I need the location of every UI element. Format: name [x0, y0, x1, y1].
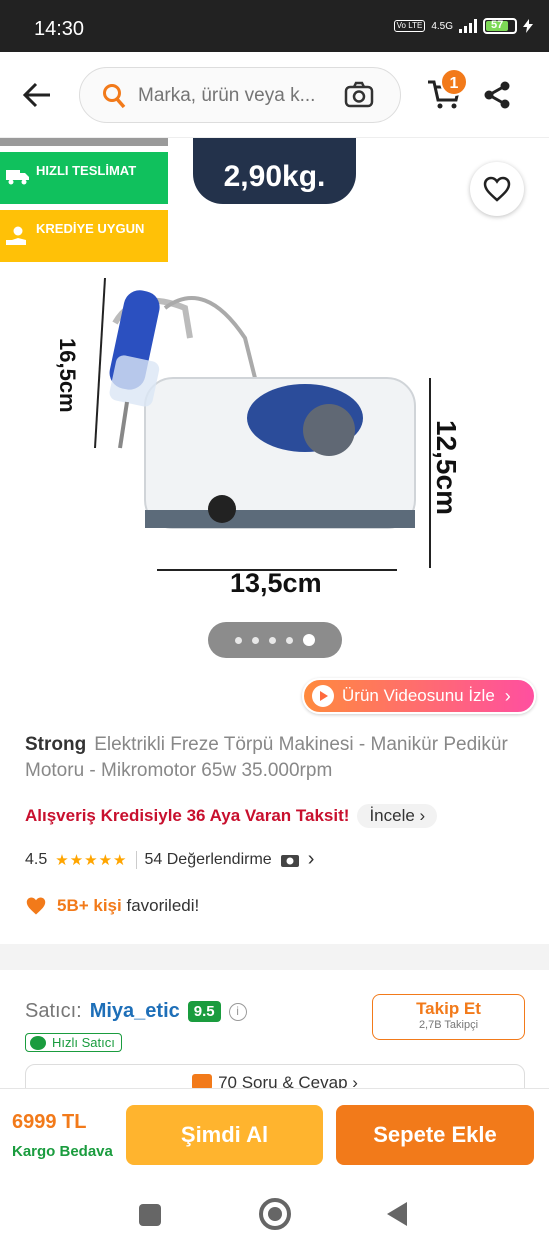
status-icons: Vo LTE 4.5G 57 — [393, 18, 533, 34]
chevron-right-icon: › — [307, 848, 315, 870]
height-dimension: 16,5cm — [55, 338, 80, 413]
clock: 14:30 — [34, 18, 85, 40]
credit-eligible-label: KREDİYE UYGUN — [36, 221, 145, 236]
section-divider — [0, 944, 549, 970]
fast-delivery-tag: HIZLI TESLİMAT — [0, 152, 168, 204]
back-arrow-icon[interactable] — [20, 80, 54, 110]
gallery-pagination[interactable] — [208, 622, 342, 658]
product-title: Strong Elektrikli Freze Törpü Makinesi - … — [25, 732, 525, 784]
weight-badge: 2,90kg. — [193, 138, 356, 204]
fast-seller-label: Hızlı Satıcı — [52, 1035, 115, 1050]
camera-icon — [280, 854, 299, 867]
star-rating-icon: ★★★★★ — [55, 851, 128, 869]
credit-eligible-tag: KREDİYE UYGUN — [0, 210, 168, 262]
search-bar[interactable] — [79, 67, 401, 123]
free-shipping-label: Kargo Bedava — [12, 1143, 113, 1160]
info-icon[interactable]: i — [228, 1002, 247, 1021]
product-brand[interactable]: Strong — [25, 734, 86, 755]
top-bar: 1 — [0, 52, 549, 138]
page-dot-active[interactable] — [303, 634, 315, 646]
chevron-right-icon: › — [504, 685, 511, 706]
gray-strip — [0, 138, 168, 146]
favorites-text: favoriledi! — [126, 896, 200, 915]
battery-level: 57 — [491, 19, 504, 31]
volte-icon: Vo LTE — [393, 20, 426, 32]
heart-icon — [26, 897, 46, 915]
price: 6999 TL — [12, 1111, 87, 1133]
cart-count-badge: 1 — [440, 68, 468, 96]
follow-label: Takip Et — [416, 999, 481, 1018]
fast-seller-icon — [30, 1036, 46, 1050]
battery-icon: 57 — [483, 18, 517, 34]
product-name: Elektrikli Freze Törpü Makinesi - Manikü… — [25, 734, 508, 781]
bottom-action-bar: 6999 TL Kargo Bedava Şimdi Al Sepete Ekl… — [0, 1088, 549, 1180]
status-bar: 14:30 Vo LTE 4.5G 57 — [0, 0, 549, 52]
follow-button[interactable]: Takip Et 2,7B Takipçi — [372, 994, 525, 1040]
camera-icon[interactable] — [344, 81, 374, 109]
depth-dimension: 12,5cm — [431, 420, 462, 515]
favorites-row: 5B+ kişi favoriledi! — [25, 896, 199, 916]
play-icon — [312, 685, 334, 707]
seller-label: Satıcı: — [25, 1000, 82, 1022]
hand-money-icon — [6, 226, 26, 245]
seller-score-badge: 9.5 — [187, 1001, 221, 1022]
search-icon — [103, 84, 126, 109]
add-to-cart-button[interactable]: Sepete Ekle — [336, 1105, 534, 1165]
page-dot[interactable] — [252, 636, 259, 644]
watch-video-label: Ürün Videosunu İzle — [342, 686, 495, 705]
page-dot[interactable] — [235, 636, 242, 644]
product-image — [94, 278, 431, 571]
heart-icon — [483, 176, 511, 202]
inspect-label: İncele — [369, 806, 415, 825]
signal-icon — [459, 19, 477, 33]
follower-count: 2,7B Takipçi — [418, 1019, 479, 1031]
page-dot[interactable] — [286, 636, 293, 644]
product-gallery[interactable]: HIZLI TESLİMAT KREDİYE UYGUN 2,90kg. 16,… — [0, 138, 549, 718]
system-nav-bar — [0, 1180, 549, 1250]
home-icon[interactable] — [259, 1198, 291, 1230]
width-dimension: 13,5cm — [230, 568, 322, 598]
buy-now-button[interactable]: Şimdi Al — [126, 1105, 323, 1165]
seller-info: Satıcı: Miya_etic 9.5 i — [25, 1000, 247, 1023]
recent-apps-icon[interactable] — [139, 1204, 161, 1226]
divider — [135, 850, 137, 869]
favorites-count: 5B+ kişi — [57, 896, 122, 915]
credit-text: Alışveriş Kredisiyle 36 Aya Varan Taksit… — [25, 806, 350, 825]
search-input[interactable] — [138, 82, 338, 110]
truck-icon — [6, 170, 29, 185]
seller-name[interactable]: Miya_etic — [90, 1000, 180, 1023]
fast-seller-badge: Hızlı Satıcı — [25, 1033, 122, 1052]
review-count: 54 Değerlendirme — [144, 850, 272, 868]
fast-delivery-label: HIZLI TESLİMAT — [36, 163, 137, 178]
watch-video-button[interactable]: Ürün Videosunu İzle › — [302, 678, 536, 714]
inspect-credit-button[interactable]: İncele › — [357, 804, 438, 828]
system-back-icon[interactable] — [387, 1202, 407, 1226]
charging-icon — [523, 19, 533, 33]
rating-row[interactable]: 4.5 ★★★★★ 54 Değerlendirme › — [25, 848, 314, 871]
share-icon[interactable] — [483, 80, 511, 110]
credit-offer: Alışveriş Kredisiyle 36 Aya Varan Taksit… — [25, 804, 438, 828]
network-label: 4.5G — [431, 20, 453, 32]
rating-value: 4.5 — [25, 850, 48, 868]
favorite-button[interactable] — [470, 162, 524, 216]
page-dot[interactable] — [269, 636, 276, 644]
